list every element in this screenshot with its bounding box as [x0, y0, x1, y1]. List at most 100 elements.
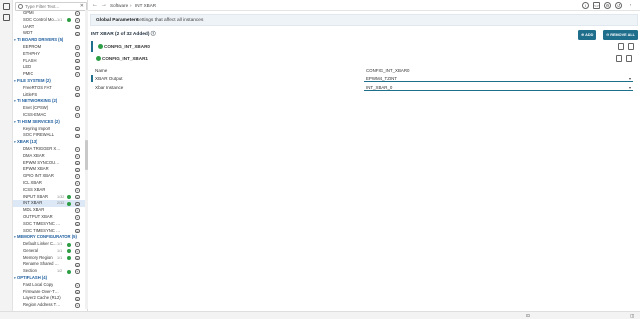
- add-icon[interactable]: +: [75, 45, 80, 50]
- add-icon[interactable]: +: [75, 289, 80, 295]
- tree-item[interactable]: WDT +: [13, 30, 87, 37]
- add-icon[interactable]: +: [75, 24, 80, 30]
- add-icon[interactable]: +: [75, 296, 80, 302]
- tree-item[interactable]: PMIC +: [13, 71, 87, 78]
- add-icon[interactable]: +: [75, 17, 80, 23]
- tree-item[interactable]: Default Linker C... 1/1 +: [13, 241, 87, 248]
- breadcrumb-int-xbar[interactable]: INT XBAR: [135, 0, 156, 11]
- name-field[interactable]: CONFIG_INT_XBAR0: [364, 67, 633, 74]
- tree-item[interactable]: EPWM SYNCOUT XBAR +: [13, 160, 87, 167]
- add-icon[interactable]: +: [75, 208, 80, 213]
- tree-item[interactable]: FLASH +: [13, 58, 87, 65]
- add-icon[interactable]: +: [75, 65, 80, 71]
- tree-item[interactable]: Enet (CPSW) +: [13, 105, 87, 112]
- notification-icon[interactable]: ⊡: [526, 313, 530, 319]
- xbar-output-select[interactable]: EPWM4_TZINT ▾: [364, 75, 633, 82]
- tree-item[interactable]: EPWM XBAR +: [13, 166, 87, 173]
- add-button[interactable]: ⊕ ADD: [578, 30, 597, 40]
- add-icon[interactable]: +: [75, 228, 80, 234]
- tree-category[interactable]: ▾ TI HSM SERVICES (2): [13, 119, 87, 126]
- chevron-icon[interactable]: ›: [627, 2, 634, 9]
- add-icon[interactable]: +: [75, 262, 80, 268]
- add-icon[interactable]: +: [75, 85, 80, 91]
- tree-item[interactable]: EEPROM +: [13, 44, 87, 51]
- add-icon[interactable]: +: [75, 58, 80, 64]
- tree-item[interactable]: Layer2 Cache (RL2) +: [13, 295, 87, 302]
- tree-item[interactable]: LittleFS +: [13, 92, 87, 99]
- tree-item[interactable]: SOC Control Mo... 1/1 +: [13, 17, 87, 24]
- add-icon[interactable]: +: [75, 249, 80, 254]
- tree-category[interactable]: ▾ MEMORY CONFIGURATOR (5): [13, 234, 87, 241]
- instance-row-1[interactable]: CONFIG_INT_XBAR1: [91, 53, 636, 64]
- files-icon[interactable]: [3, 3, 10, 10]
- add-icon[interactable]: +: [75, 255, 80, 261]
- tree-item[interactable]: Keyring Import +: [13, 126, 87, 133]
- add-icon[interactable]: +: [75, 242, 80, 247]
- chevron-down-icon[interactable]: ▾: [14, 98, 16, 105]
- tree-item[interactable]: ICSS-EMAC +: [13, 112, 87, 119]
- filter-input[interactable]: [25, 3, 81, 10]
- tree-item[interactable]: FreeRTOS FAT +: [13, 85, 87, 92]
- tree-item[interactable]: Region Address Translati... +: [13, 302, 87, 309]
- chevron-down-icon[interactable]: ▾: [14, 139, 16, 146]
- tree-item[interactable]: OUTPUT XBAR +: [13, 214, 87, 221]
- add-icon[interactable]: +: [75, 106, 80, 111]
- tree-item[interactable]: DMA XBAR +: [13, 153, 87, 160]
- tree-category[interactable]: ▾ XBAR (13): [13, 139, 87, 146]
- instance-row-0[interactable]: CONFIG_INT_XBAR0: [91, 41, 636, 52]
- bell-icon[interactable]: ◫: [630, 313, 634, 319]
- add-icon[interactable]: +: [75, 72, 80, 77]
- tree-item[interactable]: SOC TIMESYNC XBAR 0 +: [13, 221, 87, 228]
- tree-item[interactable]: Memory Region 1/1 +: [13, 255, 87, 262]
- add-icon[interactable]: +: [75, 160, 80, 166]
- chevron-down-icon[interactable]: ▾: [14, 37, 16, 44]
- tree-item[interactable]: Rename Shared Regions +: [13, 261, 87, 268]
- info-circle-icon[interactable]: ⓘ: [151, 32, 156, 37]
- remove-all-button[interactable]: ⊖ REMOVE ALL: [603, 30, 638, 40]
- tree-item[interactable]: DMA TRIGGER XBAR +: [13, 146, 87, 153]
- chevron-down-icon[interactable]: ▾: [14, 78, 16, 85]
- tree-item[interactable]: Fast Local Copy +: [13, 282, 87, 289]
- copy-icon[interactable]: [616, 55, 622, 62]
- tree-item[interactable]: UART +: [13, 24, 87, 31]
- tree-item[interactable]: MDL XBAR +: [13, 207, 87, 214]
- sidebar-scrollbar-thumb[interactable]: [85, 140, 88, 170]
- tree-item[interactable]: ICSS XBAR +: [13, 187, 87, 194]
- delete-icon[interactable]: [628, 43, 634, 50]
- add-icon[interactable]: +: [75, 11, 80, 16]
- tree-category[interactable]: ▾ TI NETWORKING (2): [13, 98, 87, 105]
- tree-item[interactable]: LED +: [13, 64, 87, 71]
- forward-icon[interactable]: →: [101, 0, 107, 11]
- tree-item[interactable]: GPIO INT XBAR +: [13, 173, 87, 180]
- chevron-down-icon[interactable]: ▾: [14, 119, 16, 126]
- tree-category[interactable]: ▾ OPTIFLASH (4): [13, 275, 87, 282]
- tree-item[interactable]: ETHPHY +: [13, 51, 87, 58]
- history-icon[interactable]: ↺: [615, 2, 622, 9]
- add-icon[interactable]: +: [75, 283, 80, 288]
- add-icon[interactable]: +: [75, 194, 80, 200]
- tree-item[interactable]: GPMI +: [13, 10, 87, 17]
- add-icon[interactable]: +: [75, 181, 80, 186]
- copy-icon[interactable]: [618, 43, 624, 50]
- add-icon[interactable]: +: [75, 221, 80, 227]
- add-icon[interactable]: +: [75, 92, 80, 98]
- add-icon[interactable]: +: [75, 31, 80, 37]
- add-icon[interactable]: +: [75, 147, 80, 152]
- add-icon[interactable]: +: [75, 126, 80, 132]
- info-icon[interactable]: i: [582, 2, 589, 9]
- add-icon[interactable]: +: [75, 153, 80, 159]
- add-icon[interactable]: +: [75, 51, 80, 57]
- tree-item[interactable]: Firmware Over-The-Air (F... +: [13, 289, 87, 296]
- extensions-icon[interactable]: [3, 14, 10, 21]
- chevron-down-icon[interactable]: ▾: [14, 275, 16, 282]
- tree-item[interactable]: SOC TIMESYNC XBAR 1 +: [13, 228, 87, 235]
- add-icon[interactable]: +: [75, 113, 80, 118]
- breadcrumb-software[interactable]: Software: [110, 0, 128, 11]
- global-parameters-bar[interactable]: Global Parameters Settings that affect a…: [90, 14, 638, 26]
- tree-item[interactable]: INPUT XBAR 1/32 +: [13, 194, 87, 201]
- delete-icon[interactable]: [626, 55, 632, 62]
- tree-category[interactable]: ▾ TI BOARD DRIVERS (5): [13, 37, 87, 44]
- add-icon[interactable]: +: [75, 269, 80, 275]
- tree-item[interactable]: SOC FIREWALL +: [13, 132, 87, 139]
- settings-icon[interactable]: ⚙: [604, 2, 611, 9]
